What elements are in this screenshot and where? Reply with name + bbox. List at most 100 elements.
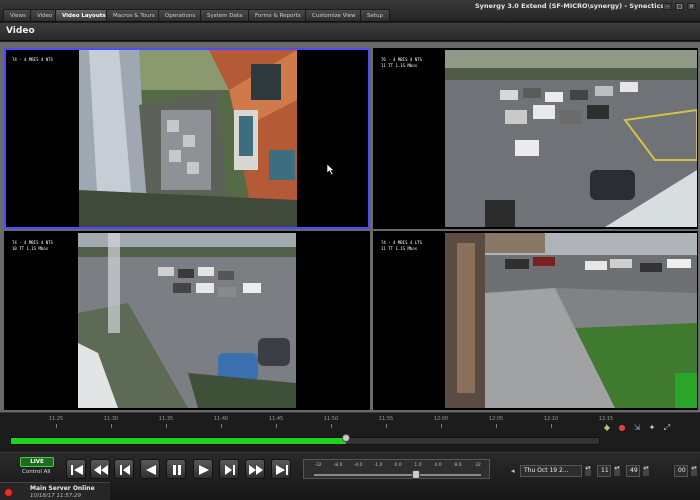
camera-osd-rate: 11 TT 1.1S Mbos <box>381 246 418 251</box>
speed-track <box>314 474 481 476</box>
timeline-tick-mark <box>441 424 442 428</box>
live-button[interactable]: LIVE <box>20 457 54 467</box>
camera-osd: 74 - 4 MBIS 4 NTS 10 TT 1.1S Mbos <box>12 240 53 252</box>
synergy-app: Views Video Video Layouts Macros & Tours… <box>0 0 700 500</box>
fast-forward-button[interactable] <box>245 459 265 479</box>
bookmark-icon[interactable]: ◆ <box>602 423 612 432</box>
tab-video-layouts[interactable]: Video Layouts <box>55 9 113 21</box>
camera-feed-4 <box>445 233 697 408</box>
tab-operations[interactable]: Operations <box>158 9 203 21</box>
close-icon[interactable]: × <box>687 3 696 10</box>
second-field[interactable]: 00 <box>674 465 688 477</box>
video-grid: 74 - 4 MBIS 4 NTS 76 - 4 MBIS 4 NTS 11 T… <box>0 42 700 412</box>
timeline-tick-label: 12:10 <box>543 416 559 422</box>
minute-spinner-icon[interactable]: ▴▾ <box>642 465 650 477</box>
speed-label: 4.0 <box>434 463 442 468</box>
play-button[interactable] <box>193 459 213 479</box>
minute-field[interactable]: 49 <box>626 465 640 477</box>
speed-label: -1.0 <box>373 463 383 468</box>
maximize-icon[interactable]: □ <box>675 3 684 10</box>
camera-pane-1[interactable]: 74 - 4 MBIS 4 NTS <box>4 48 370 229</box>
fast-rewind-icon <box>94 465 108 475</box>
timeline-tick-label: 11:55 <box>378 416 394 422</box>
camera-osd-name: 74 - 4 MBIS 4 NTS <box>12 57 53 62</box>
camera-pane-3[interactable]: 74 - 4 MBIS 4 NTS 10 TT 1.1S Mbos <box>4 231 370 410</box>
minimize-icon[interactable]: – <box>663 3 672 10</box>
speed-knob[interactable] <box>412 470 420 479</box>
server-status-icon <box>4 488 13 497</box>
top-tab-bar: Views Video Video Layouts Macros & Tours… <box>0 0 700 22</box>
tab-macros-tours[interactable]: Macros & Tours <box>106 9 162 21</box>
camera-pane-2[interactable]: 76 - 4 MBIS 4 NTS 11 TT 1.1S Mbos <box>373 48 698 229</box>
fast-forward-icon <box>249 465 263 475</box>
timeline-tick-label: 11:45 <box>268 416 284 422</box>
camera-osd-rate: 11 TT 1.1S Mbos <box>381 63 418 68</box>
section-title: Video <box>6 26 35 36</box>
camera-osd: 74 - 4 MBIS 4 LTS 11 TT 1.1S Mbos <box>381 240 422 252</box>
tab-setup[interactable]: Setup <box>360 9 391 21</box>
step-back-button[interactable] <box>114 459 134 479</box>
export-icon[interactable]: ⇲ <box>632 423 642 432</box>
fast-rewind-button[interactable] <box>90 459 110 479</box>
tab-system-data[interactable]: System Data <box>200 9 250 21</box>
date-field[interactable]: Thu Oct 19 2... <box>520 465 582 477</box>
playback-controls: LIVE Control All -32 -8.0 -4.0 -1.0 0.0 … <box>0 452 700 500</box>
play-reverse-button[interactable] <box>140 459 160 479</box>
timeline-tick-mark <box>166 424 167 428</box>
timeline-tick-label: 12:15 <box>598 416 614 422</box>
camera-osd: 74 - 4 MBIS 4 NTS <box>12 57 53 63</box>
tab-customize-view[interactable]: Customize View <box>305 9 363 21</box>
settings-icon[interactable]: ✦ <box>647 423 657 432</box>
timeline-tick-mark <box>111 424 112 428</box>
timeline-tools: ◆ ● ⇲ ✦ ⤢ <box>602 423 672 432</box>
skip-start-button[interactable] <box>66 459 86 479</box>
tab-views[interactable]: Views <box>3 9 33 21</box>
camera-feed-1 <box>79 50 297 227</box>
step-forward-icon <box>225 465 235 475</box>
speed-label: -8.0 <box>333 463 343 468</box>
timeline-tick-mark <box>221 424 222 428</box>
skip-start-icon <box>71 465 83 475</box>
pause-button[interactable] <box>166 459 186 479</box>
tab-forms-reports[interactable]: Forms & Reports <box>248 9 308 21</box>
timeline-tick-mark <box>56 424 57 428</box>
mouse-cursor-icon <box>327 164 335 175</box>
timeline: 11:25 11:30 11:35 11:40 11:45 11:50 11:55 12:00… <box>0 412 700 452</box>
server-status-time: 10/18/17 11:57:29 <box>30 493 82 499</box>
date-spinner-icon[interactable]: ▴▾ <box>584 465 592 477</box>
timeline-tick-label: 11:25 <box>48 416 64 422</box>
timeline-tick-label: 11:40 <box>213 416 229 422</box>
step-forward-button[interactable] <box>219 459 239 479</box>
window-title: Synergy 3.0 Extend (SF-MICRO\synergy) - … <box>475 2 665 10</box>
timeline-tick-mark <box>551 424 552 428</box>
speed-slider[interactable]: -32 -8.0 -4.0 -1.0 0.0 1.0 4.0 8.0 32 <box>303 459 490 479</box>
timeline-scrub-handle[interactable] <box>342 434 351 442</box>
camera-osd-rate: 10 TT 1.1S Mbos <box>12 246 49 251</box>
control-all-label[interactable]: Control All <box>22 469 50 475</box>
speed-label: 8.0 <box>454 463 462 468</box>
expand-icon[interactable]: ⤢ <box>662 423 672 432</box>
alarm-icon[interactable]: ● <box>617 423 627 432</box>
camera-feed-2 <box>445 50 697 227</box>
server-status-text: Main Server Online <box>30 485 95 492</box>
timeline-track[interactable] <box>10 434 600 445</box>
step-back-icon <box>120 465 130 475</box>
camera-pane-4[interactable]: 74 - 4 MBIS 4 LTS 11 TT 1.1S Mbos <box>373 231 698 410</box>
speed-label: 0.0 <box>394 463 402 468</box>
skip-end-button[interactable] <box>271 459 291 479</box>
hour-spinner-icon[interactable]: ▴▾ <box>613 465 621 477</box>
hour-field[interactable]: 11 <box>597 465 611 477</box>
camera-feed-3 <box>78 233 296 408</box>
speed-label: -32 <box>314 463 322 468</box>
speed-label: 32 <box>475 463 481 468</box>
timeline-tick-label: 11:50 <box>323 416 339 422</box>
speed-label: -4.0 <box>353 463 363 468</box>
second-spinner-icon[interactable]: ▴▾ <box>690 465 698 477</box>
timeline-tick-mark <box>276 424 277 428</box>
timeline-tick-label: 12:05 <box>488 416 504 422</box>
server-status: Main Server Online 10/18/17 11:57:29 <box>0 482 110 500</box>
video-section-header: Video <box>0 23 700 41</box>
timeline-tick-mark <box>331 424 332 428</box>
date-prev-icon[interactable]: ◂ <box>511 467 515 475</box>
pause-icon <box>173 465 181 475</box>
